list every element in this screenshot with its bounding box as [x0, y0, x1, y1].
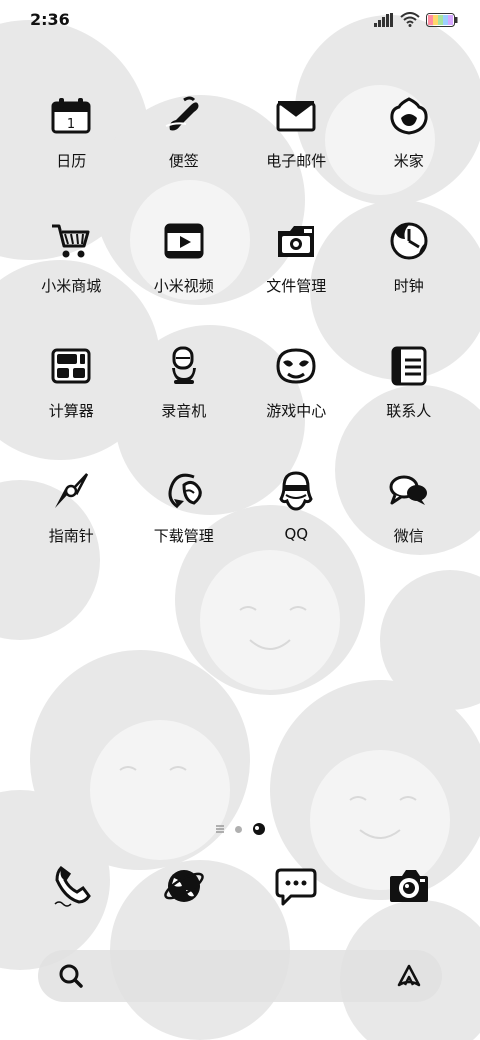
mijia-icon: [381, 88, 437, 144]
qq-icon: [268, 463, 324, 519]
video-icon: [156, 213, 212, 269]
browser-icon: [156, 858, 212, 914]
app-download-manager[interactable]: 下载管理: [128, 463, 241, 588]
calculator-icon: [43, 338, 99, 394]
app-email[interactable]: 电子邮件: [240, 88, 353, 213]
calendar-icon: 1: [43, 88, 99, 144]
battery-icon: [426, 12, 458, 27]
app-file-manager[interactable]: 文件管理: [240, 213, 353, 338]
recorder-icon: [156, 338, 212, 394]
page-dot: [234, 825, 242, 833]
app-label: 电子邮件: [266, 152, 327, 170]
app-recorder[interactable]: 录音机: [128, 338, 241, 463]
app-label: 微信: [393, 527, 424, 545]
app-label: QQ: [284, 525, 309, 543]
phone-icon: [43, 858, 99, 914]
app-calendar[interactable]: 1 日历: [15, 88, 128, 213]
search-icon[interactable]: [58, 963, 84, 989]
app-label: 小米商城: [41, 277, 102, 295]
dock-browser[interactable]: [128, 858, 241, 924]
app-mi-video[interactable]: 小米视频: [128, 213, 241, 338]
app-mijia[interactable]: 米家: [353, 88, 466, 213]
app-contacts[interactable]: 联系人: [353, 338, 466, 463]
app-label: 游戏中心: [266, 402, 327, 420]
app-label: 下载管理: [153, 527, 214, 545]
status-time: 2:36: [30, 10, 70, 29]
app-label: 米家: [393, 152, 424, 170]
signal-icon: [374, 12, 393, 27]
app-notes[interactable]: 便签: [128, 88, 241, 213]
camera-icon: [381, 858, 437, 914]
download-icon: [156, 463, 212, 519]
dock-camera[interactable]: [353, 858, 466, 924]
page-indicator-list-icon: [215, 825, 224, 833]
email-icon: [268, 88, 324, 144]
page-indicator[interactable]: [0, 822, 480, 836]
messages-icon: [268, 858, 324, 914]
wifi-icon: [400, 12, 420, 27]
app-mi-store[interactable]: 小米商城: [15, 213, 128, 338]
app-label: 计算器: [48, 402, 94, 420]
app-wechat[interactable]: 微信: [353, 463, 466, 588]
contacts-icon: [381, 338, 437, 394]
app-label: 小米视频: [153, 277, 214, 295]
app-label: 联系人: [386, 402, 432, 420]
app-label: 录音机: [161, 402, 207, 420]
wechat-icon: [381, 463, 437, 519]
app-qq[interactable]: QQ: [240, 463, 353, 588]
app-calculator[interactable]: 计算器: [15, 338, 128, 463]
app-label: 日历: [56, 152, 87, 170]
dock-messages[interactable]: [240, 858, 353, 924]
file-manager-icon: [268, 213, 324, 269]
shopping-cart-icon: [43, 213, 99, 269]
dock: [15, 858, 465, 924]
app-clock[interactable]: 时钟: [353, 213, 466, 338]
app-label: 时钟: [393, 277, 424, 295]
assistant-icon[interactable]: [396, 963, 422, 989]
notes-icon: [156, 88, 212, 144]
game-center-icon: [268, 338, 324, 394]
status-bar: 2:36: [0, 0, 480, 40]
search-bar[interactable]: [38, 950, 442, 1002]
app-compass[interactable]: 指南针: [15, 463, 128, 588]
app-label: 便签: [168, 152, 199, 170]
calendar-day: 1: [67, 117, 75, 132]
app-label: 文件管理: [266, 277, 327, 295]
status-icons: [374, 12, 458, 27]
app-label: 指南针: [48, 527, 94, 545]
page-dot-current: [252, 823, 265, 835]
clock-icon: [381, 213, 437, 269]
app-grid: 1 日历 便签 电子邮件 米家 小米商城 小米视频 文件管理 时钟 计算器 录音…: [15, 88, 465, 588]
compass-icon: [43, 463, 99, 519]
app-game-center[interactable]: 游戏中心: [240, 338, 353, 463]
dock-phone[interactable]: [15, 858, 128, 924]
